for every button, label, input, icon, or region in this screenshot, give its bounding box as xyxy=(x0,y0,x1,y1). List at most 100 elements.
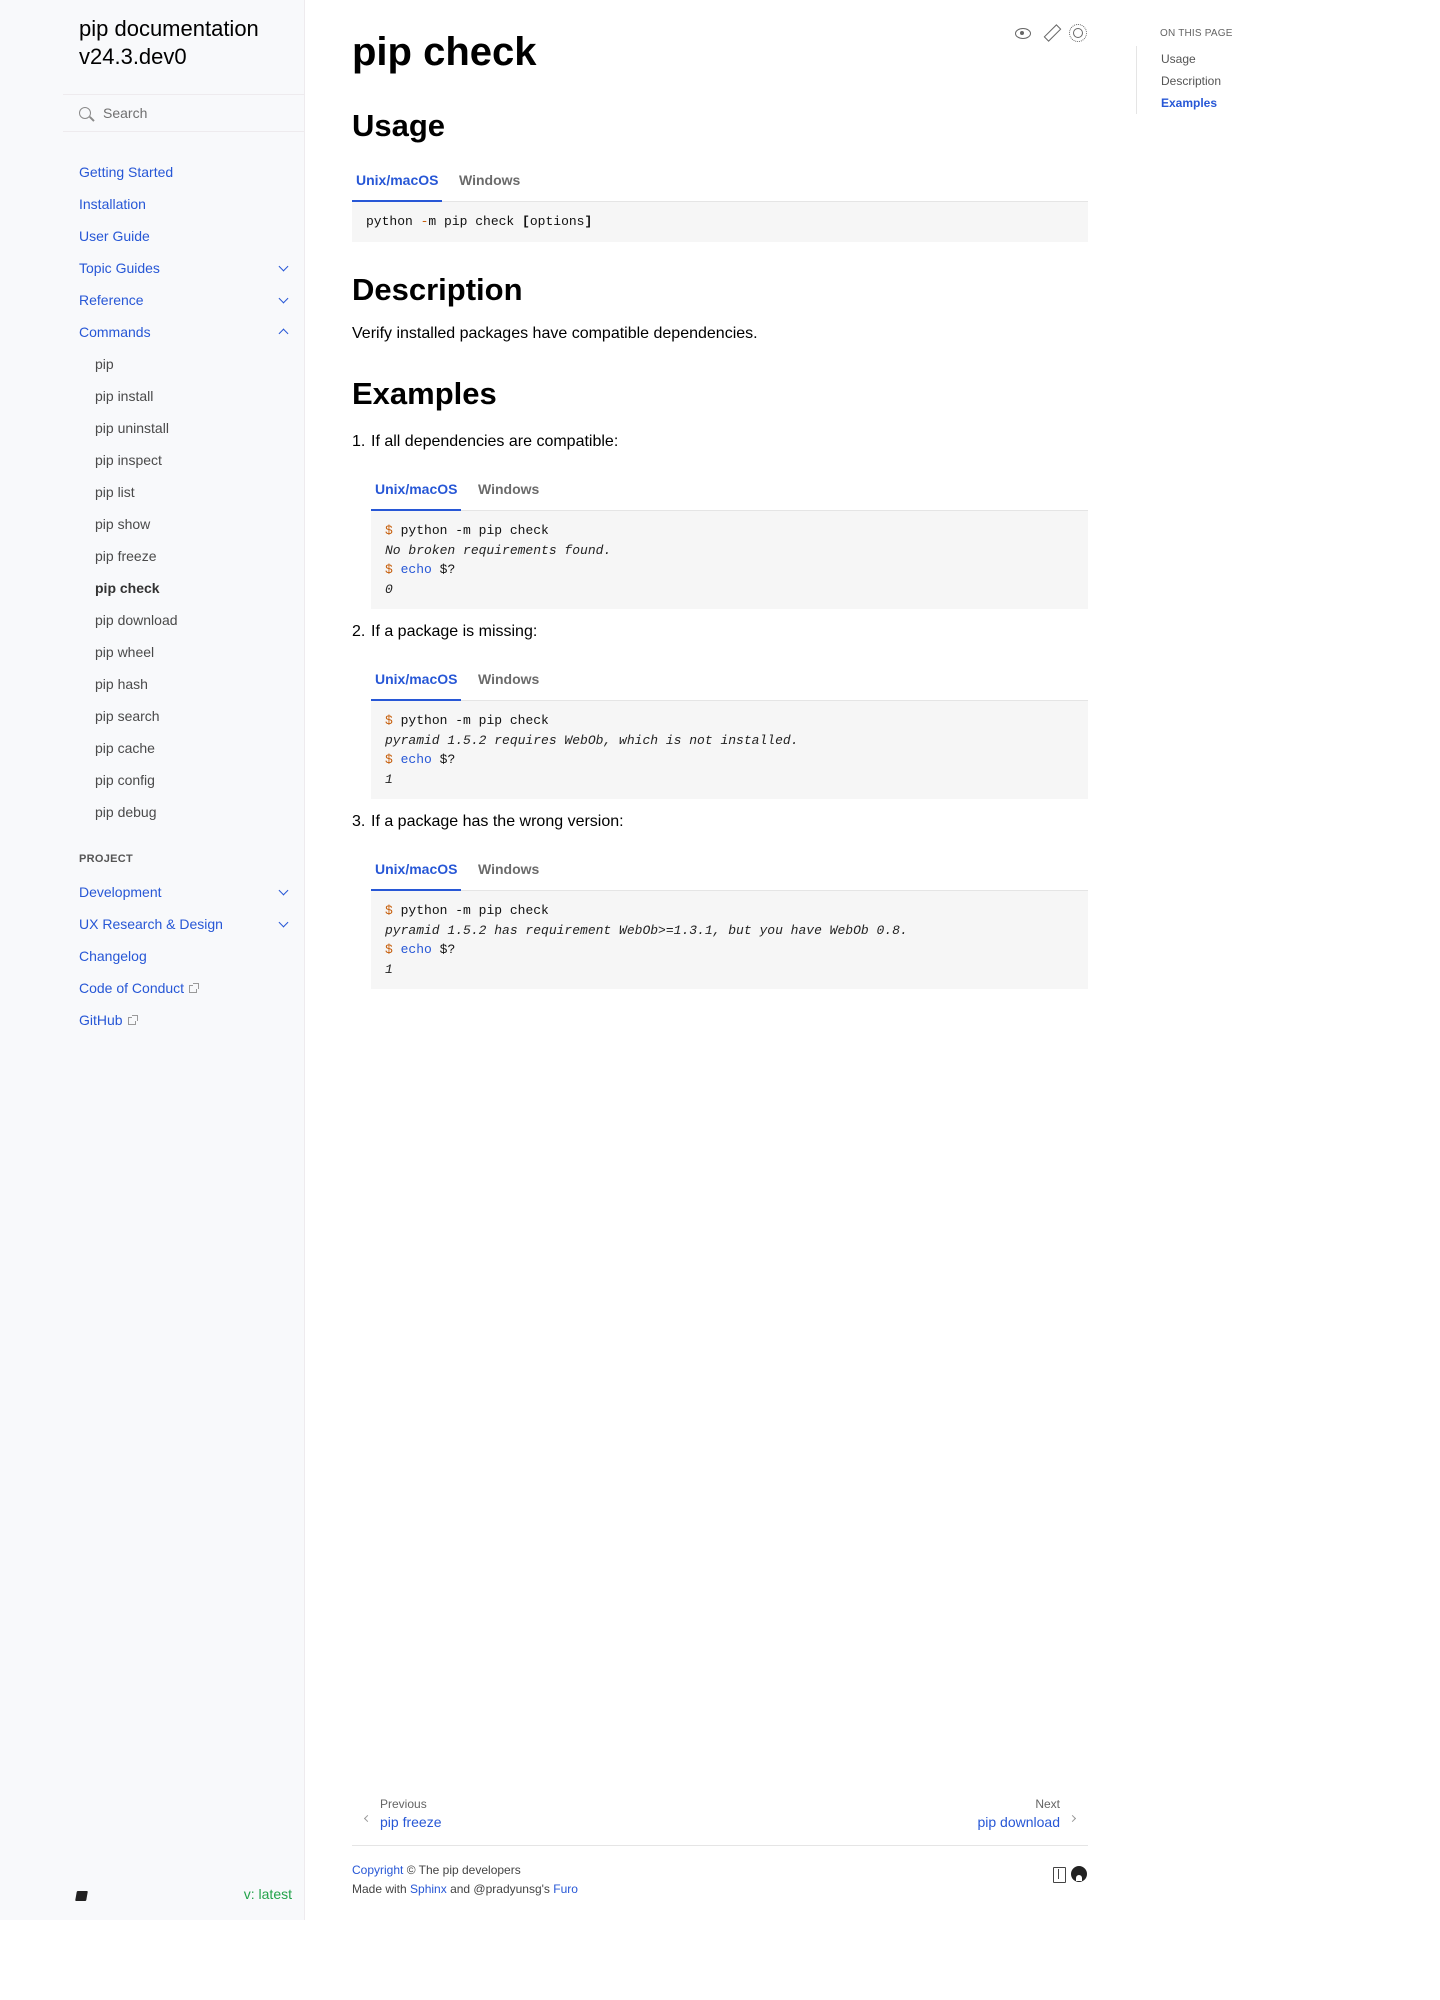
code-bracket: ] xyxy=(584,214,593,229)
sidebar-item-ux-research[interactable]: UX Research & Design xyxy=(79,912,297,936)
chevron-down-icon[interactable] xyxy=(278,293,289,304)
next-page-link[interactable]: Next pip download xyxy=(888,1796,1088,1836)
read-the-docs-icon[interactable] xyxy=(1051,1866,1067,1883)
code-bracket: [ xyxy=(522,214,530,229)
sidebar-subitem-pip-config[interactable]: pip config xyxy=(95,768,295,792)
code-prompt: $ xyxy=(385,523,393,538)
examples-heading: Examples xyxy=(352,376,497,411)
code-text: python -m pip check xyxy=(400,713,549,728)
sidebar-item-changelog[interactable]: Changelog xyxy=(79,944,297,968)
example-tabs: Unix/macOS Windows xyxy=(371,469,1088,511)
tab-windows[interactable]: Windows xyxy=(455,160,524,202)
sidebar-subitem-pip-check-current[interactable]: pip check xyxy=(95,576,295,600)
external-link-icon xyxy=(189,983,200,993)
page-title: pip check xyxy=(352,30,537,74)
and-text: and @pradyunsg's xyxy=(446,1882,554,1896)
sidebar-subitem-pip-debug[interactable]: pip debug xyxy=(95,800,295,824)
sidebar-item-user-guide[interactable]: User Guide xyxy=(79,224,297,248)
sidebar-item-installation[interactable]: Installation xyxy=(79,192,297,216)
tab-unix-macos[interactable]: Unix/macOS xyxy=(352,160,443,202)
description-heading: Description xyxy=(352,272,523,307)
tab-windows[interactable]: Windows xyxy=(474,659,543,701)
tab-windows[interactable]: Windows xyxy=(474,469,543,511)
footer-divider xyxy=(352,1845,1088,1846)
usage-heading: Usage xyxy=(352,108,446,143)
version-selector[interactable]: v: latest xyxy=(244,1886,292,1902)
github-icon[interactable] xyxy=(1071,1866,1087,1882)
example-text: If a package is missing: xyxy=(371,623,538,640)
code-output: pyramid 1.5.2 has requirement WebOb>=1.3… xyxy=(385,922,908,938)
sidebar-subitem-pip-freeze[interactable]: pip freeze xyxy=(95,544,295,568)
search-bar[interactable] xyxy=(63,94,305,132)
code-builtin: echo xyxy=(400,752,432,767)
sidebar-item-label: Development xyxy=(79,884,162,900)
tab-unix-macos[interactable]: Unix/macOS xyxy=(371,469,462,511)
chevron-down-icon[interactable] xyxy=(278,885,289,896)
code-builtin: echo xyxy=(400,942,432,957)
previous-label: Previous xyxy=(380,1797,427,1811)
sidebar-item-development[interactable]: Development xyxy=(79,880,297,904)
sidebar-item-getting-started[interactable]: Getting Started xyxy=(79,160,297,184)
code-text: python -m pip check xyxy=(400,523,549,538)
search-input[interactable] xyxy=(103,95,293,131)
sidebar-item-label: Code of Conduct xyxy=(79,980,185,996)
sidebar: pip documentation v24.3.dev0 Getting Sta… xyxy=(0,0,305,1920)
previous-page-link[interactable]: Previous pip freeze xyxy=(352,1796,552,1836)
sidebar-item-reference[interactable]: Reference xyxy=(79,288,297,312)
sidebar-subitem-pip-download[interactable]: pip download xyxy=(95,608,295,632)
site-brand[interactable]: pip documentation v24.3.dev0 xyxy=(79,15,299,71)
toc-item-examples[interactable]: Examples xyxy=(1161,96,1217,110)
sidebar-item-topic-guides[interactable]: Topic Guides xyxy=(79,256,297,280)
sidebar-subitem-pip-wheel[interactable]: pip wheel xyxy=(95,640,295,664)
code-text: python -m pip check xyxy=(400,903,549,918)
made-with-line: Made with Sphinx and @pradyunsg's Furo xyxy=(352,1880,578,1898)
tab-windows[interactable]: Windows xyxy=(474,849,543,891)
sphinx-link[interactable]: Sphinx xyxy=(410,1882,447,1896)
code-output: 0 xyxy=(385,581,393,597)
list-item-number: 1. xyxy=(352,433,366,450)
code-prompt: $ xyxy=(385,752,393,767)
code-text: m pip check xyxy=(428,214,523,229)
copyright-text: © The pip developers xyxy=(403,1863,521,1877)
sidebar-subitem-pip-search[interactable]: pip search xyxy=(95,704,295,728)
usage-tabs: Unix/macOS Windows xyxy=(352,160,1088,202)
code-text: $? xyxy=(439,942,456,957)
sidebar-subitem-pip[interactable]: pip xyxy=(95,352,295,376)
code-builtin: echo xyxy=(400,562,432,577)
sidebar-subitem-pip-hash[interactable]: pip hash xyxy=(95,672,295,696)
sidebar-subitem-pip-uninstall[interactable]: pip uninstall xyxy=(95,416,295,440)
sidebar-item-commands[interactable]: Commands xyxy=(79,320,297,344)
chevron-down-icon[interactable] xyxy=(278,261,289,272)
code-prompt: $ xyxy=(385,942,393,957)
edit-icon[interactable] xyxy=(1042,24,1060,42)
furo-link[interactable]: Furo xyxy=(553,1882,578,1896)
sidebar-item-code-of-conduct[interactable]: Code of Conduct xyxy=(79,976,297,1000)
next-title: pip download xyxy=(977,1814,1060,1830)
sidebar-item-github[interactable]: GitHub xyxy=(79,1008,297,1032)
chevron-down-icon[interactable] xyxy=(278,917,289,928)
sidebar-subitem-pip-install[interactable]: pip install xyxy=(95,384,295,408)
toc-item-usage[interactable]: Usage xyxy=(1161,52,1196,66)
tab-unix-macos[interactable]: Unix/macOS xyxy=(371,659,462,701)
sidebar-subitem-pip-inspect[interactable]: pip inspect xyxy=(95,448,295,472)
chevron-right-icon xyxy=(1068,1814,1077,1823)
eye-icon[interactable] xyxy=(1014,24,1032,42)
toc-item-description[interactable]: Description xyxy=(1161,74,1221,88)
code-output: pyramid 1.5.2 requires WebOb, which is n… xyxy=(385,732,799,748)
sidebar-subitem-pip-list[interactable]: pip list xyxy=(95,480,295,504)
theme-icon[interactable] xyxy=(1069,24,1087,42)
next-label: Next xyxy=(1035,1797,1060,1811)
sidebar-item-label: UX Research & Design xyxy=(79,916,223,932)
code-prompt: $ xyxy=(385,903,393,918)
example-tabs: Unix/macOS Windows xyxy=(371,849,1088,891)
book-icon[interactable] xyxy=(75,1891,88,1901)
sidebar-subitem-pip-show[interactable]: pip show xyxy=(95,512,295,536)
sidebar-subitem-pip-cache[interactable]: pip cache xyxy=(95,736,295,760)
tab-unix-macos[interactable]: Unix/macOS xyxy=(371,849,462,891)
sidebar-item-label: Reference xyxy=(79,292,144,308)
chevron-left-icon xyxy=(363,1814,372,1823)
copyright-link[interactable]: Copyright xyxy=(352,1863,403,1877)
toc-title: ON THIS PAGE xyxy=(1160,28,1233,39)
sidebar-item-label: GitHub xyxy=(79,1012,123,1028)
chevron-up-icon[interactable] xyxy=(278,328,289,339)
